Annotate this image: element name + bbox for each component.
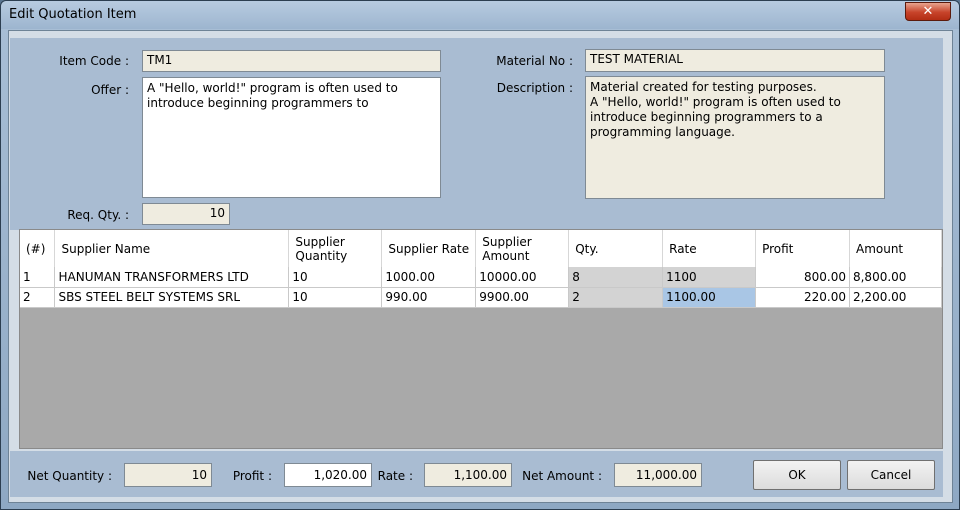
supplier-amount-cell[interactable]: 10000.00 [475, 267, 570, 288]
row-number-cell[interactable]: 1 [20, 267, 56, 288]
supplier-rate-cell[interactable]: 1000.00 [381, 267, 477, 288]
supplier-qty-cell[interactable]: 10 [288, 267, 383, 288]
qty-cell[interactable]: 8 [568, 267, 664, 288]
rate-cell[interactable]: 1100 [662, 267, 757, 288]
supplier-rate-cell[interactable]: 990.00 [381, 287, 477, 308]
row-number-cell[interactable]: 2 [20, 287, 56, 308]
supplier-grid: (#) Supplier Name Supplier Quantity Supp… [19, 229, 943, 449]
rate-label: Rate : [377, 469, 413, 483]
rate-cell[interactable]: 1100.00 [662, 287, 757, 308]
column-header[interactable]: Supplier Quantity [288, 230, 383, 267]
dialog-window: Edit Quotation Item ✕ Item Code : TM1 Of… [0, 0, 960, 510]
ok-button[interactable]: OK [753, 460, 841, 490]
window-title: Edit Quotation Item [9, 7, 137, 22]
item-code-field[interactable]: TM1 [142, 50, 441, 72]
profit-field[interactable]: 1,020.00 [284, 463, 372, 487]
column-header[interactable]: Amount [849, 230, 943, 267]
offer-textarea[interactable]: A "Hello, world!" program is often used … [142, 77, 441, 198]
close-icon: ✕ [922, 4, 934, 19]
column-header[interactable]: Profit [755, 230, 850, 267]
net-amount-label: Net Amount : [522, 469, 602, 483]
item-code-label: Item Code : [59, 54, 129, 68]
cancel-button[interactable]: Cancel [847, 460, 935, 490]
rate-field[interactable]: 1,100.00 [424, 463, 512, 487]
table-row[interactable]: 1 HANUMAN TRANSFORMERS LTD 10 1000.00 10… [20, 267, 943, 288]
column-header[interactable]: Qty. [568, 230, 664, 267]
req-qty-field[interactable]: 10 [142, 203, 230, 225]
amount-cell[interactable]: 8,800.00 [849, 267, 943, 288]
grid-header-row: (#) Supplier Name Supplier Quantity Supp… [20, 230, 943, 267]
profit-cell[interactable]: 800.00 [755, 267, 850, 288]
description-label: Description : [496, 81, 573, 95]
supplier-name-cell[interactable]: SBS STEEL BELT SYSTEMS SRL [54, 287, 290, 308]
table-row[interactable]: 2 SBS STEEL BELT SYSTEMS SRL 10 990.00 9… [20, 287, 943, 308]
offer-label: Offer : [91, 83, 129, 97]
material-no-label: Material No : [496, 54, 573, 68]
title-bar[interactable]: Edit Quotation Item ✕ [1, 1, 959, 29]
amount-cell[interactable]: 2,200.00 [849, 287, 943, 308]
qty-cell[interactable]: 2 [568, 287, 664, 308]
close-button[interactable]: ✕ [905, 2, 951, 21]
net-quantity-label: Net Quantity : [27, 469, 112, 483]
supplier-table: (#) Supplier Name Supplier Quantity Supp… [20, 230, 943, 308]
column-header[interactable]: Rate [662, 230, 757, 267]
supplier-name-cell[interactable]: HANUMAN TRANSFORMERS LTD [54, 267, 290, 288]
description-textarea[interactable]: Material created for testing purposes. A… [585, 76, 885, 199]
column-header[interactable]: Supplier Amount [475, 230, 570, 267]
profit-label: Profit : [232, 469, 272, 483]
net-quantity-field[interactable]: 10 [124, 463, 212, 487]
material-no-field[interactable]: TEST MATERIAL [585, 49, 885, 72]
supplier-amount-cell[interactable]: 9900.00 [475, 287, 570, 308]
req-qty-label: Req. Qty. : [67, 208, 129, 222]
column-header[interactable]: Supplier Rate [381, 230, 477, 267]
supplier-qty-cell[interactable]: 10 [288, 287, 383, 308]
column-header[interactable]: (#) [20, 230, 56, 267]
profit-cell[interactable]: 220.00 [755, 287, 850, 308]
net-amount-field[interactable]: 11,000.00 [614, 463, 702, 487]
column-header[interactable]: Supplier Name [54, 230, 290, 267]
